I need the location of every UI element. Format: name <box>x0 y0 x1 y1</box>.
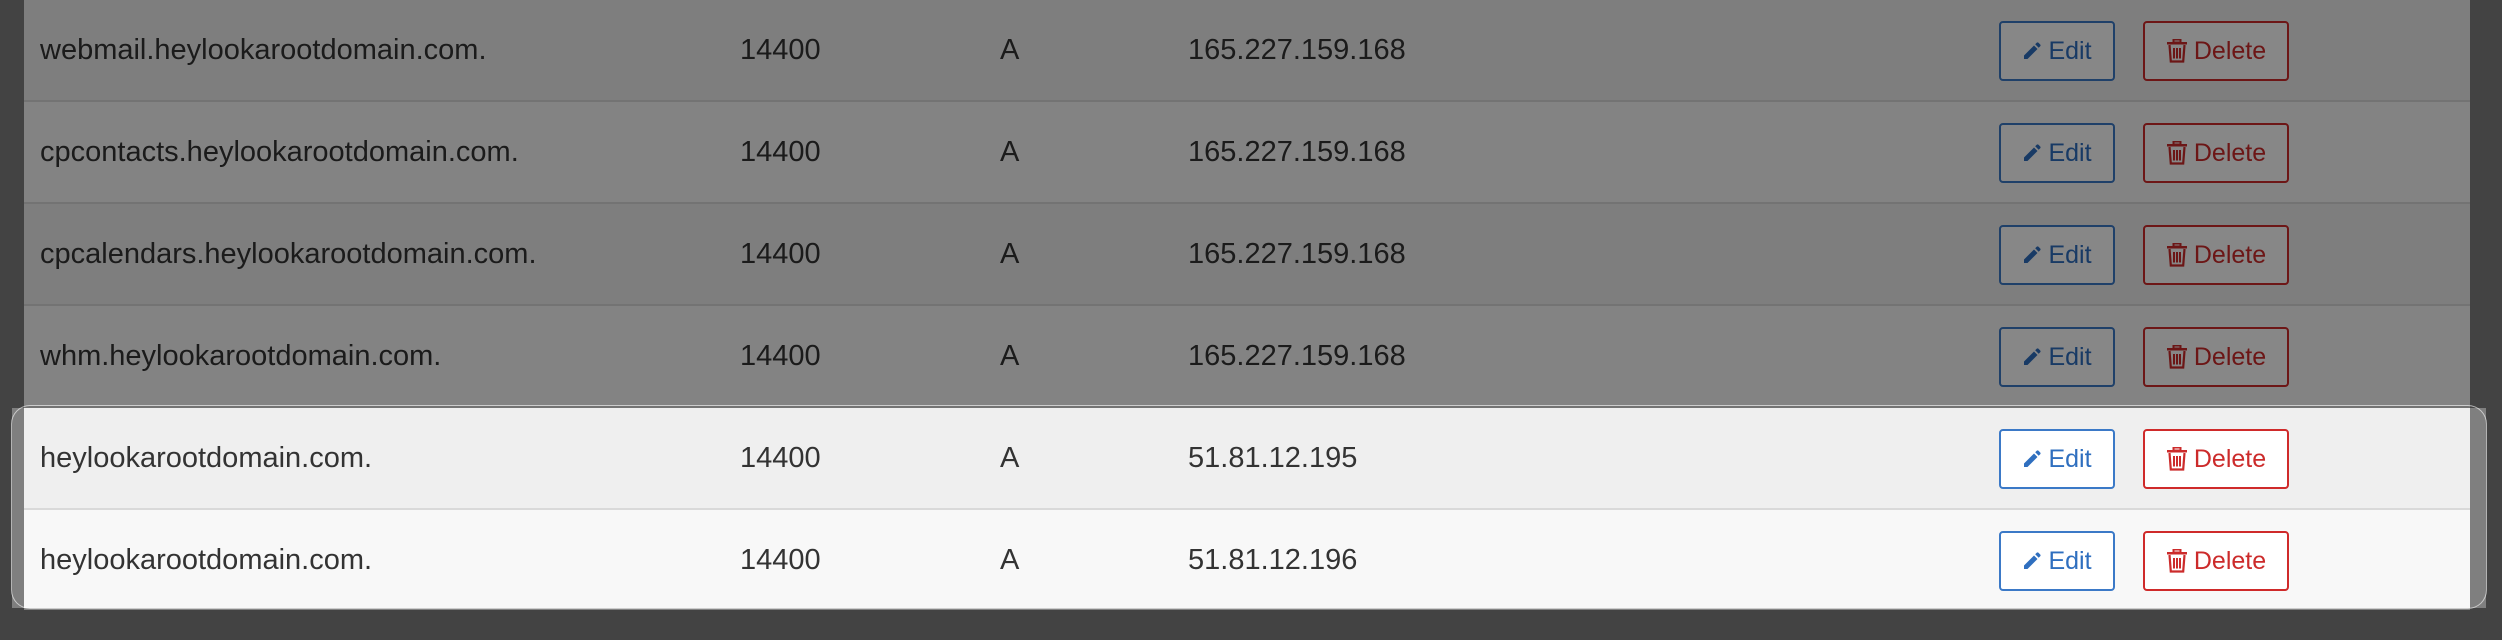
record-value: 165.227.159.168 <box>1188 340 1406 372</box>
record-ttl: 14400 <box>740 442 821 474</box>
record-name: cpcontacts.heylookarootdomain.com. <box>40 136 519 168</box>
pencil-icon <box>2024 552 2042 569</box>
delete-label: Delete <box>2193 342 2267 371</box>
table-row: whm.heylookarootdomain.com. 14400 A 165.… <box>24 306 2470 408</box>
record-ttl: 14400 <box>740 340 821 372</box>
pencil-icon <box>2024 246 2042 263</box>
delete-button[interactable]: Delete <box>2143 225 2289 285</box>
record-value: 51.81.12.196 <box>1188 544 1358 576</box>
record-ttl: 14400 <box>740 544 821 576</box>
trash-icon <box>2166 549 2187 573</box>
edit-label: Edit <box>2048 240 2092 269</box>
trash-icon <box>2166 141 2187 165</box>
trash-icon <box>2166 39 2187 63</box>
trash-icon <box>2166 447 2187 471</box>
edit-label: Edit <box>2048 546 2092 575</box>
delete-button[interactable]: Delete <box>2143 123 2289 183</box>
pencil-icon <box>2024 450 2042 467</box>
record-ttl: 14400 <box>740 238 821 270</box>
record-value: 165.227.159.168 <box>1188 238 1406 270</box>
record-name: webmail.heylookarootdomain.com. <box>40 34 487 66</box>
record-type: A <box>1000 340 1020 372</box>
table-row: cpcontacts.heylookarootdomain.com. 14400… <box>24 102 2470 204</box>
delete-button[interactable]: Delete <box>2143 531 2289 591</box>
table-row: webmail.heylookarootdomain.com. 14400 A … <box>24 0 2470 102</box>
delete-label: Delete <box>2193 444 2267 473</box>
edit-label: Edit <box>2048 444 2092 473</box>
delete-button[interactable]: Delete <box>2143 21 2289 81</box>
record-name: cpcalendars.heylookarootdomain.com. <box>40 238 537 270</box>
record-ttl: 14400 <box>740 136 821 168</box>
record-name: heylookarootdomain.com. <box>40 442 373 474</box>
edit-button[interactable]: Edit <box>1999 21 2115 81</box>
record-type: A <box>1000 544 1020 576</box>
table-row: heylookarootdomain.com. 14400 A 51.81.12… <box>24 510 2470 610</box>
dim-overlay-right <box>2486 408 2502 640</box>
record-type: A <box>1000 34 1020 66</box>
pencil-icon <box>2024 42 2042 59</box>
record-value: 51.81.12.195 <box>1188 442 1358 474</box>
edit-label: Edit <box>2048 138 2092 167</box>
edit-label: Edit <box>2048 36 2092 65</box>
delete-label: Delete <box>2193 546 2267 575</box>
edit-button[interactable]: Edit <box>1999 123 2115 183</box>
delete-button[interactable]: Delete <box>2143 429 2289 489</box>
edit-button[interactable]: Edit <box>1999 531 2115 591</box>
edit-label: Edit <box>2048 342 2092 371</box>
trash-icon <box>2166 243 2187 267</box>
dns-records-view: webmail.heylookarootdomain.com. 14400 A … <box>0 0 2502 640</box>
record-type: A <box>1000 136 1020 168</box>
delete-button[interactable]: Delete <box>2143 327 2289 387</box>
dim-overlay-bottom <box>12 608 2486 640</box>
record-type: A <box>1000 238 1020 270</box>
record-name: whm.heylookarootdomain.com. <box>40 340 442 372</box>
table-row: heylookarootdomain.com. 14400 A 51.81.12… <box>24 408 2470 510</box>
record-ttl: 14400 <box>740 34 821 66</box>
pencil-icon <box>2024 144 2042 161</box>
table-row: cpcalendars.heylookarootdomain.com. 1440… <box>24 204 2470 306</box>
record-value: 165.227.159.168 <box>1188 34 1406 66</box>
delete-label: Delete <box>2193 36 2267 65</box>
delete-label: Delete <box>2193 138 2267 167</box>
edit-button[interactable]: Edit <box>1999 327 2115 387</box>
delete-label: Delete <box>2193 240 2267 269</box>
edit-button[interactable]: Edit <box>1999 429 2115 489</box>
record-name: heylookarootdomain.com. <box>40 544 373 576</box>
dim-overlay-left <box>0 408 12 640</box>
record-value: 165.227.159.168 <box>1188 136 1406 168</box>
record-type: A <box>1000 442 1020 474</box>
pencil-icon <box>2024 348 2042 365</box>
trash-icon <box>2166 345 2187 369</box>
edit-button[interactable]: Edit <box>1999 225 2115 285</box>
